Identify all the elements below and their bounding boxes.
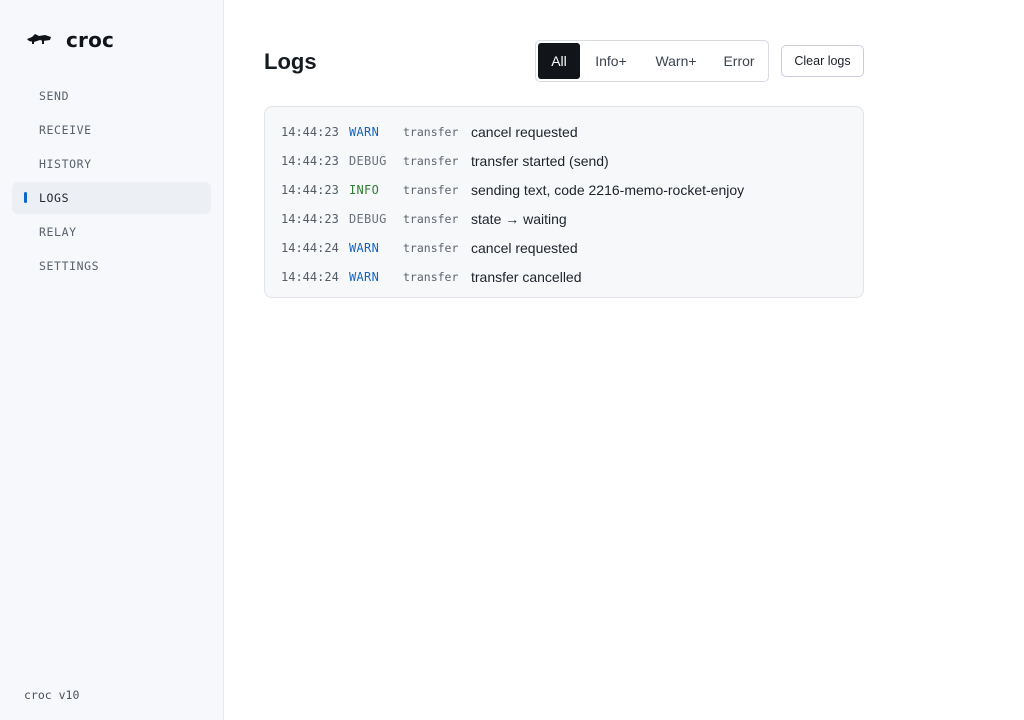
log-message: sending text, code 2216-memo-rocket-enjo… [471,181,745,198]
log-time: 14:44:23 [281,182,339,197]
level-filter-group: All Info+ Warn+ Error [535,40,769,82]
sidebar-item-settings[interactable]: SETTINGS [12,250,211,282]
log-entry: 14:44:23 INFO transfer sending text, cod… [265,175,863,204]
log-entry: 14:44:23 WARN transfer cancel requested [265,117,863,146]
sidebar: croc SEND RECEIVE HISTORY LOGS RELAY SET… [0,0,224,720]
log-message: state → waiting [471,210,567,227]
sidebar-item-label: RELAY [39,225,77,239]
log-level: INFO [349,182,380,197]
log-level: DEBUG [349,211,387,226]
croc-icon [26,29,52,52]
sidebar-item-logs[interactable]: LOGS [12,182,211,214]
sidebar-item-relay[interactable]: RELAY [12,216,211,248]
sidebar-item-label: RECEIVE [39,123,92,137]
log-time: 14:44:23 [281,211,339,226]
filter-warn-button[interactable]: Warn+ [642,43,710,79]
log-level: WARN [349,124,380,139]
log-source: transfer [403,124,459,139]
clear-logs-button[interactable]: Clear logs [781,45,864,77]
filter-info-button[interactable]: Info+ [580,43,642,79]
page-title: Logs [264,49,317,74]
filter-all-button[interactable]: All [538,43,580,79]
log-message: transfer cancelled [471,268,582,285]
log-entry: 14:44:23 DEBUG transfer transfer started… [265,146,863,175]
log-entry: 14:44:23 DEBUG transfer state → waiting [265,204,863,233]
sidebar-nav: SEND RECEIVE HISTORY LOGS RELAY SETTINGS [12,80,211,284]
sidebar-item-history[interactable]: HISTORY [12,148,211,180]
log-time: 14:44:23 [281,153,339,168]
app-name: croc [66,28,115,52]
log-message: transfer started (send) [471,152,609,169]
log-time: 14:44:24 [281,240,339,255]
log-source: transfer [403,153,459,168]
log-time: 14:44:23 [281,124,339,139]
log-entry: 14:44:24 WARN transfer cancel requested [265,233,863,262]
sidebar-item-receive[interactable]: RECEIVE [12,114,211,146]
log-message: cancel requested [471,123,578,140]
sidebar-item-label: SEND [39,89,70,103]
log-source: transfer [403,240,459,255]
log-message: cancel requested [471,239,578,256]
sidebar-item-label: SETTINGS [39,259,100,273]
sidebar-item-label: HISTORY [39,157,92,171]
active-indicator [24,192,27,203]
version-label: croc v10 [24,688,80,702]
log-list: 14:44:23 WARN transfer cancel requested … [264,106,864,298]
sidebar-item-label: LOGS [39,191,70,205]
sidebar-item-send[interactable]: SEND [12,80,211,112]
log-source: transfer [403,211,459,226]
brand[interactable]: croc [26,28,114,52]
log-level: DEBUG [349,153,387,168]
log-level: WARN [349,269,380,284]
log-source: transfer [403,182,459,197]
log-entry: 14:44:24 WARN transfer transfer cancelle… [265,262,863,291]
log-time: 14:44:24 [281,269,339,284]
filter-error-button[interactable]: Error [710,43,768,79]
log-level: WARN [349,240,380,255]
log-source: transfer [403,269,459,284]
